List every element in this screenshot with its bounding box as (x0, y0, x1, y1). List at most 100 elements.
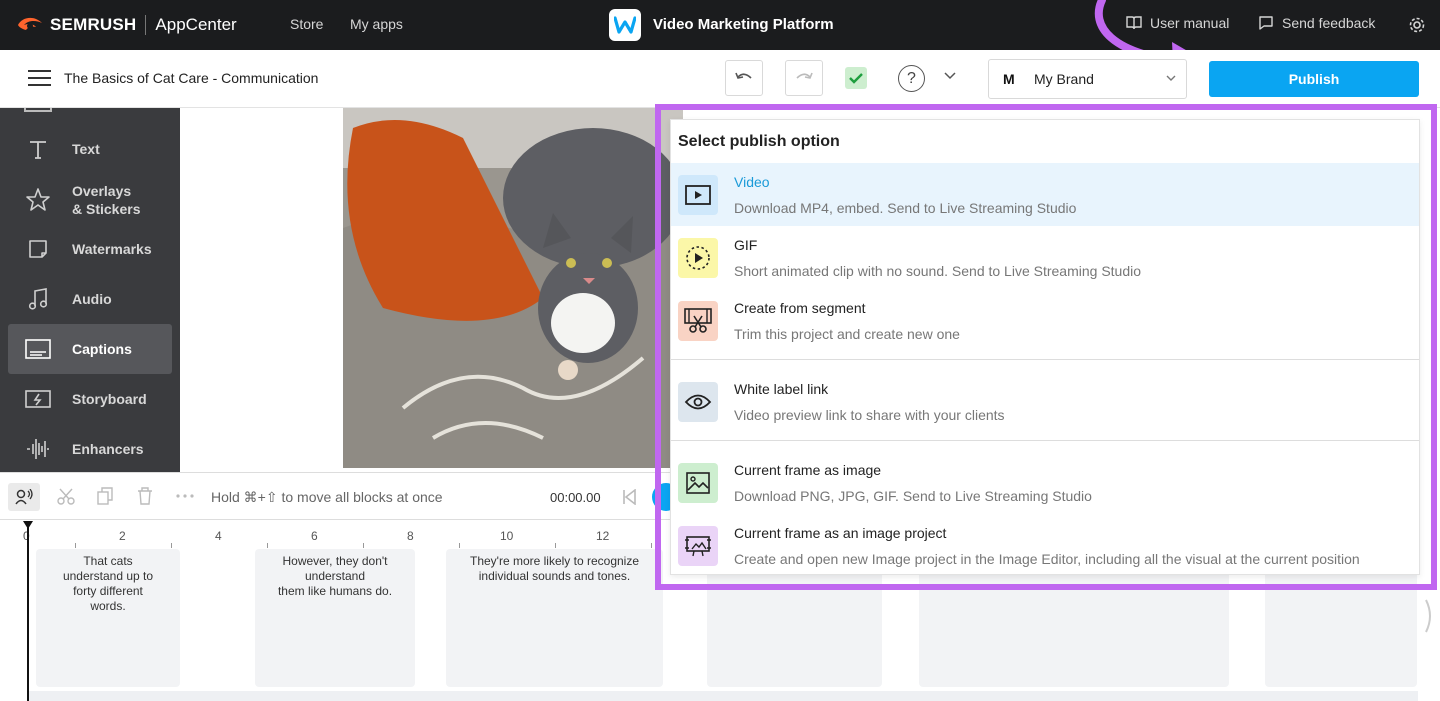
publish-option-gif[interactable]: GIF Short animated clip with no sound. S… (671, 226, 1419, 289)
trash-icon[interactable] (137, 487, 153, 505)
send-feedback-link[interactable]: Send feedback (1258, 15, 1375, 31)
brand-subtitle: AppCenter (155, 15, 237, 34)
project-title[interactable]: The Basics of Cat Care - Communication (64, 70, 318, 86)
option-title: Create from segment (734, 300, 866, 316)
option-description: Download PNG, JPG, GIF. Send to Live Str… (734, 488, 1092, 504)
speaker-icon (15, 489, 33, 505)
sidebar-item-label: Text (72, 141, 100, 157)
sidebar-item-watermarks[interactable]: Watermarks (8, 224, 172, 274)
caption-block[interactable]: However, they don't understand them like… (255, 549, 415, 687)
nav-link-my-apps[interactable]: My apps (350, 16, 403, 32)
saved-status-check (845, 67, 867, 89)
ruler-label: 10 (500, 529, 514, 543)
menu-divider (671, 440, 1419, 441)
brand-separator (145, 15, 147, 35)
ruler-label: 12 (596, 529, 610, 543)
send-feedback-label: Send feedback (1282, 15, 1376, 31)
option-description: Create and open new Image project in the… (734, 551, 1360, 567)
image-project-icon (678, 526, 718, 566)
watermark-icon (24, 235, 52, 263)
caption-block[interactable]: That cats understand up to forty differe… (36, 549, 180, 687)
semrush-flame-icon (18, 17, 42, 30)
option-title: GIF (734, 237, 758, 253)
waveform-icon (24, 435, 52, 463)
ruler-label: 6 (311, 529, 318, 543)
publish-button[interactable]: Publish (1209, 61, 1419, 97)
speaker-button[interactable] (8, 483, 40, 511)
sidebar-item-label: Enhancers (72, 441, 144, 457)
sidebar-item-label: Captions (72, 341, 132, 357)
publish-option-video[interactable]: Video Download MP4, embed. Send to Live … (671, 163, 1419, 226)
publish-option-frame-image[interactable]: Current frame as image Download PNG, JPG… (671, 451, 1419, 514)
app-title: Video Marketing Platform (653, 16, 834, 33)
sidebar-item-label: Overlays & Stickers (72, 183, 141, 217)
storyboard-icon (24, 385, 52, 413)
chevron-down-icon[interactable] (944, 72, 956, 80)
dropdown-title: Select publish option (678, 133, 840, 150)
caption-block[interactable]: They're more likely to recognize individ… (446, 549, 663, 687)
option-title: Video (734, 174, 770, 190)
ruler-label: 2 (119, 529, 126, 543)
timeline-hint: Hold ⌘+⇧ to move all blocks at once (211, 489, 443, 505)
left-sidebar: Text Overlays & Stickers Watermarks Audi… (0, 108, 180, 472)
sidebar-item-captions[interactable]: Captions (8, 324, 172, 374)
playhead-handle-icon[interactable] (23, 521, 33, 529)
sidebar-item-label: Storyboard (72, 391, 147, 407)
timecode: 00:00.00 (550, 490, 601, 505)
brand-initial: M (1003, 71, 1015, 87)
app-logo (609, 9, 641, 41)
sidebar-item-label: Audio (72, 291, 112, 307)
hamburger-menu-icon[interactable] (28, 70, 51, 87)
sidebar-item-label: Watermarks (72, 241, 152, 257)
brand-select-value: My Brand (1034, 71, 1094, 87)
star-icon (24, 186, 52, 214)
sidebar-item-text[interactable]: Text (8, 124, 172, 174)
chevron-down-icon (1166, 75, 1176, 81)
option-title: Current frame as image (734, 462, 882, 478)
text-icon (24, 135, 52, 163)
gear-icon[interactable] (1408, 16, 1426, 34)
skip-to-start-icon[interactable] (622, 489, 636, 505)
top-navigation-bar: SEMRUSH AppCenter Store My apps Video Ma… (0, 0, 1440, 50)
sidebar-item-enhancers[interactable]: Enhancers (8, 424, 172, 472)
layout-icon (24, 108, 52, 112)
playhead[interactable] (27, 521, 29, 701)
duplicate-icon[interactable] (97, 487, 113, 505)
image-icon (678, 463, 718, 503)
scroll-right-icon[interactable] (1424, 598, 1434, 634)
brand-selector[interactable]: M My Brand (988, 59, 1187, 99)
option-title: Current frame as an image project (734, 525, 947, 541)
sidebar-item-overlays-stickers[interactable]: Overlays & Stickers (8, 174, 172, 226)
eye-icon (678, 382, 718, 422)
option-description: Trim this project and create new one (734, 326, 960, 342)
scissors-icon[interactable] (57, 487, 75, 505)
ruler-label: 4 (215, 529, 222, 543)
help-button[interactable]: ? (898, 65, 925, 92)
redo-icon (796, 72, 813, 79)
sidebar-item-audio[interactable]: Audio (8, 274, 172, 324)
scissors-film-icon (678, 301, 718, 341)
sidebar-item-storyboard[interactable]: Storyboard (8, 374, 172, 424)
publish-options-dropdown: Select publish option Video Download MP4… (670, 119, 1420, 575)
timeline-toolbar: Hold ⌘+⇧ to move all blocks at once 00:0… (0, 472, 680, 520)
captions-icon (24, 335, 52, 363)
option-description: Video preview link to share with your cl… (734, 407, 1005, 423)
publish-option-white-label-link[interactable]: White label link Video preview link to s… (671, 370, 1419, 433)
undo-button[interactable] (725, 60, 763, 96)
gif-icon (678, 238, 718, 278)
publish-option-image-project[interactable]: Current frame as an image project Create… (671, 514, 1419, 577)
option-description: Short animated clip with no sound. Send … (734, 263, 1142, 279)
publish-option-segment[interactable]: Create from segment Trim this project an… (671, 289, 1419, 352)
semrush-logo[interactable]: SEMRUSH AppCenter (16, 13, 237, 37)
music-note-icon (24, 285, 52, 313)
w-logo-icon (614, 16, 636, 34)
track-floor (28, 691, 1418, 701)
option-title: White label link (734, 381, 829, 397)
video-preview-image[interactable] (343, 108, 683, 468)
option-description: Download MP4, embed. Send to Live Stream… (734, 200, 1077, 216)
more-options-icon[interactable] (176, 494, 194, 498)
menu-divider (671, 359, 1419, 360)
redo-button[interactable] (785, 60, 823, 96)
nav-link-store[interactable]: Store (290, 16, 323, 32)
brand-name: SEMRUSH (50, 15, 137, 34)
